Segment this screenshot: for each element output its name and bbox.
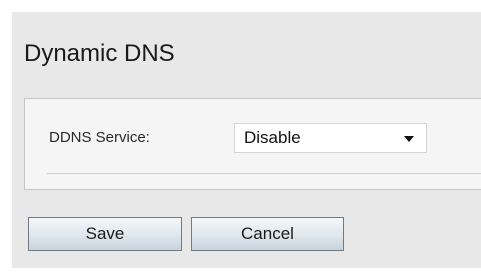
section-divider [47, 173, 481, 174]
ddns-service-selected-value: Disable [244, 128, 301, 147]
dropdown-arrow-icon [404, 136, 414, 142]
ddns-settings-section: DDNS Service: Disable [24, 98, 481, 190]
cancel-button[interactable]: Cancel [191, 217, 344, 251]
page-frame: Dynamic DNS DDNS Service: Disable Save C… [0, 0, 481, 280]
ddns-service-label: DDNS Service: [49, 129, 150, 146]
page-title: Dynamic DNS [24, 40, 175, 67]
save-button[interactable]: Save [28, 217, 182, 251]
ddns-service-select[interactable]: Disable [234, 123, 427, 153]
